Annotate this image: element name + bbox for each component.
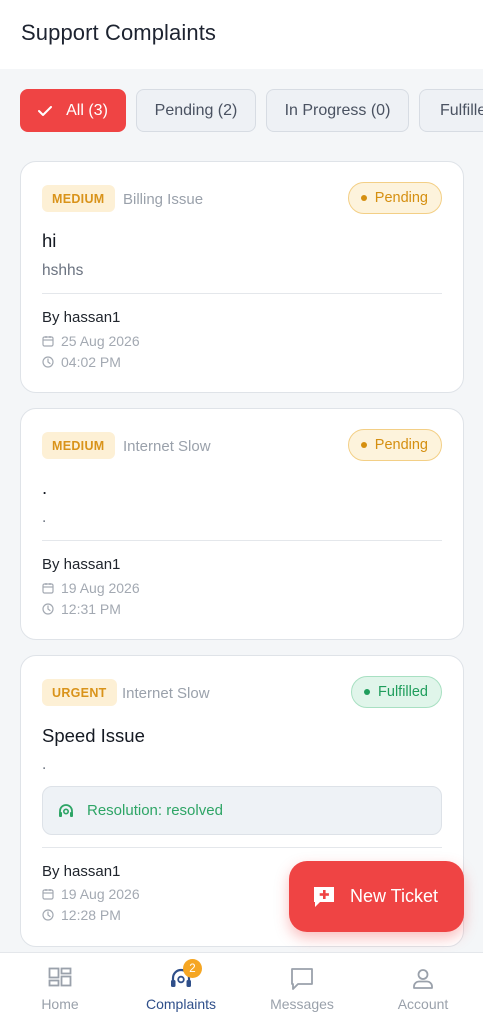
priority-badge: MEDIUM bbox=[42, 432, 115, 459]
status-dot-icon bbox=[360, 442, 367, 448]
status-dot-icon bbox=[364, 689, 371, 695]
ticket-date: 19 Aug 2026 bbox=[42, 580, 140, 596]
ticket-card[interactable]: MEDIUM Internet Slow Pending . . By hass… bbox=[20, 408, 464, 640]
nav-label-complaints: Complaints bbox=[145, 996, 217, 1012]
ticket-time: 12:31 PM bbox=[42, 601, 121, 617]
ticket-author: By hassan1 bbox=[42, 863, 121, 880]
filter-pending-chip[interactable]: Pending (2) bbox=[136, 89, 256, 132]
resolution-text: Resolution: resolved bbox=[87, 802, 223, 819]
nav-label-home: Home bbox=[41, 996, 79, 1012]
ticket-title: . bbox=[42, 477, 48, 498]
ticket-author: By hassan1 bbox=[42, 309, 121, 326]
ticket-description: . bbox=[42, 509, 47, 526]
filter-all-chip[interactable]: All (3) bbox=[20, 89, 126, 132]
ticket-date-text: 25 Aug 2026 bbox=[61, 333, 140, 349]
filter-in-progress-label: In Progress (0) bbox=[284, 101, 391, 119]
new-ticket-button[interactable]: New Ticket bbox=[289, 861, 464, 932]
status-dot-icon bbox=[360, 195, 367, 201]
filter-fulfilled-chip[interactable]: Fulfilled bbox=[419, 89, 483, 132]
card-divider bbox=[42, 540, 442, 541]
calendar-icon bbox=[42, 583, 54, 594]
page-title: Support Complaints bbox=[21, 20, 217, 45]
person-icon bbox=[413, 969, 433, 989]
priority-badge: URGENT bbox=[42, 679, 117, 706]
nav-item-account[interactable]: Account bbox=[363, 953, 483, 1024]
ticket-category: Internet Slow bbox=[122, 685, 210, 702]
clock-icon bbox=[42, 356, 54, 368]
clock-icon bbox=[42, 603, 54, 615]
nav-icon-wrapper: 2 bbox=[168, 959, 202, 992]
status-badge: Pending bbox=[347, 182, 442, 214]
ticket-time: 04:02 PM bbox=[42, 354, 121, 370]
complaints-count-badge: 2 bbox=[183, 959, 202, 978]
priority-badge: MEDIUM bbox=[42, 185, 115, 212]
new-ticket-label: New Ticket bbox=[350, 886, 439, 906]
ticket-time: 12:28 PM bbox=[42, 907, 121, 923]
resolution-box: Resolution: resolved bbox=[42, 786, 442, 835]
nav-label-account: Account bbox=[397, 996, 449, 1012]
ticket-time-text: 04:02 PM bbox=[61, 354, 121, 370]
ticket-card[interactable]: MEDIUM Billing Issue Pending hi hshhs By… bbox=[20, 161, 464, 393]
status-badge: Pending bbox=[347, 429, 442, 461]
ticket-category: Internet Slow bbox=[123, 438, 211, 455]
card-divider bbox=[42, 847, 442, 848]
support-agent-icon bbox=[59, 803, 73, 817]
filter-in-progress-chip[interactable]: In Progress (0) bbox=[266, 89, 409, 132]
filter-all-label: All (3) bbox=[66, 101, 108, 119]
nav-item-complaints[interactable]: 2 Complaints bbox=[121, 953, 241, 1024]
ticket-description: hshhs bbox=[42, 262, 84, 279]
status-label: Pending bbox=[374, 437, 428, 453]
add-comment-icon bbox=[314, 886, 334, 907]
status-filter-bar: All (3) Pending (2) In Progress (0) Fulf… bbox=[0, 89, 483, 133]
ticket-author: By hassan1 bbox=[42, 556, 121, 573]
status-label: Fulfilled bbox=[378, 684, 428, 700]
grid-icon bbox=[48, 967, 72, 987]
card-divider bbox=[42, 293, 442, 294]
app-header: Support Complaints bbox=[0, 0, 483, 69]
calendar-icon bbox=[42, 889, 54, 900]
nav-item-messages[interactable]: Messages bbox=[242, 953, 362, 1024]
ticket-category: Billing Issue bbox=[123, 191, 204, 208]
bottom-navigation: Home 2 Complaints Messages Account bbox=[0, 952, 483, 1024]
ticket-time-text: 12:28 PM bbox=[61, 907, 121, 923]
ticket-title: hi bbox=[42, 230, 57, 251]
status-badge: Fulfilled bbox=[351, 676, 442, 708]
clock-icon bbox=[42, 909, 54, 921]
chat-bubble-icon bbox=[291, 968, 313, 990]
calendar-icon bbox=[42, 336, 54, 347]
check-icon bbox=[38, 105, 53, 116]
filter-fulfilled-label: Fulfilled bbox=[440, 101, 483, 119]
ticket-title: Speed Issue bbox=[42, 725, 145, 746]
nav-item-home[interactable]: Home bbox=[0, 953, 120, 1024]
ticket-date-text: 19 Aug 2026 bbox=[61, 886, 140, 902]
ticket-time-text: 12:31 PM bbox=[61, 601, 121, 617]
ticket-date: 25 Aug 2026 bbox=[42, 333, 140, 349]
nav-label-messages: Messages bbox=[270, 996, 334, 1012]
ticket-date-text: 19 Aug 2026 bbox=[61, 580, 140, 596]
ticket-description: . bbox=[42, 756, 47, 773]
filter-pending-label: Pending (2) bbox=[154, 101, 238, 119]
status-label: Pending bbox=[374, 190, 428, 206]
ticket-date: 19 Aug 2026 bbox=[42, 886, 140, 902]
